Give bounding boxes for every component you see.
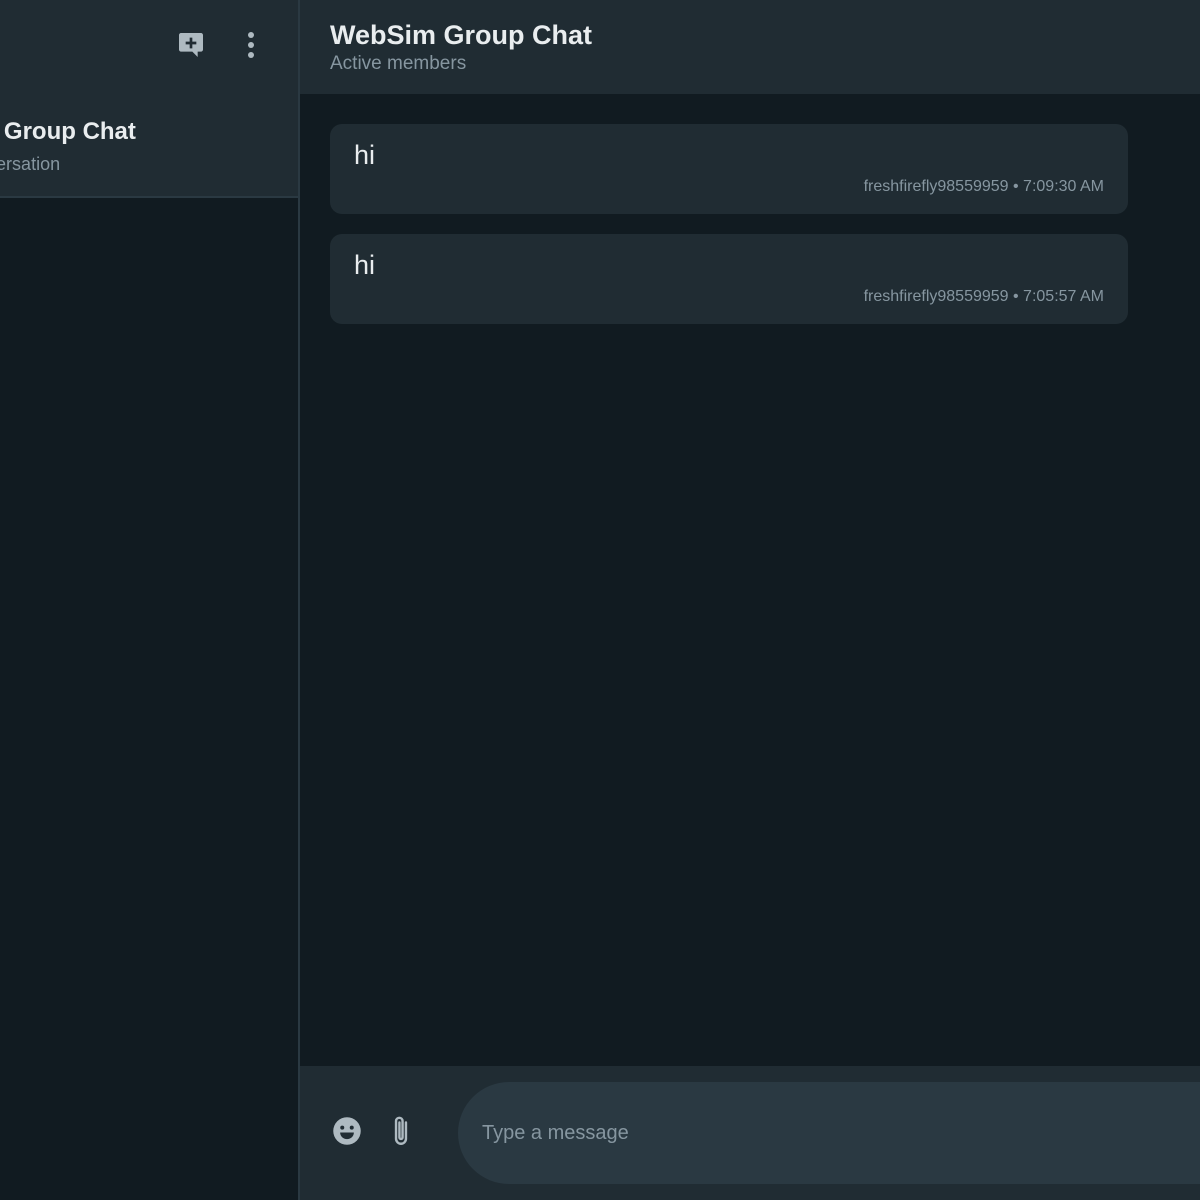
menu-button[interactable] — [236, 27, 266, 63]
message-list[interactable]: hi freshfirefly98559959 • 7:09:30 AM hi … — [330, 124, 1128, 344]
conversation-subtitle: Group conversation — [0, 154, 61, 174]
more-vert-icon — [248, 32, 254, 58]
sidebar-header — [0, 0, 298, 90]
message-meta: freshfirefly98559959 • 7:09:30 AM — [863, 178, 1104, 195]
sidebar: WebSim Group Chat Group conversation — [0, 0, 300, 1200]
message-bubble: hi freshfirefly98559959 • 7:05:57 AM — [330, 234, 1128, 324]
chat-title: WebSim Group Chat — [330, 20, 593, 50]
chat-app: WebSim Group Chat Group conversation Web… — [0, 0, 1200, 1200]
attach-icon — [394, 1116, 408, 1145]
composer — [300, 1066, 1200, 1200]
attach-button[interactable] — [386, 1112, 416, 1150]
chat-header: WebSim Group Chat Active members — [300, 0, 1200, 94]
message-text: hi — [354, 140, 376, 170]
new-chat-icon — [179, 33, 203, 57]
conversation-title: WebSim Group Chat — [0, 118, 136, 145]
emoji-icon — [333, 1117, 361, 1145]
chat-subtitle: Active members — [330, 53, 467, 74]
message-meta: freshfirefly98559959 • 7:05:57 AM — [863, 288, 1104, 305]
chat-panel: WebSim Group Chat Active members hi fres… — [300, 0, 1200, 1200]
new-chat-button[interactable] — [172, 27, 210, 63]
message-text: hi — [354, 250, 376, 280]
message-bubble: hi freshfirefly98559959 • 7:09:30 AM — [330, 124, 1128, 214]
emoji-button[interactable] — [330, 1114, 364, 1148]
conversation-item[interactable]: WebSim Group Chat Group conversation — [0, 90, 298, 198]
message-input[interactable] — [458, 1082, 1200, 1184]
